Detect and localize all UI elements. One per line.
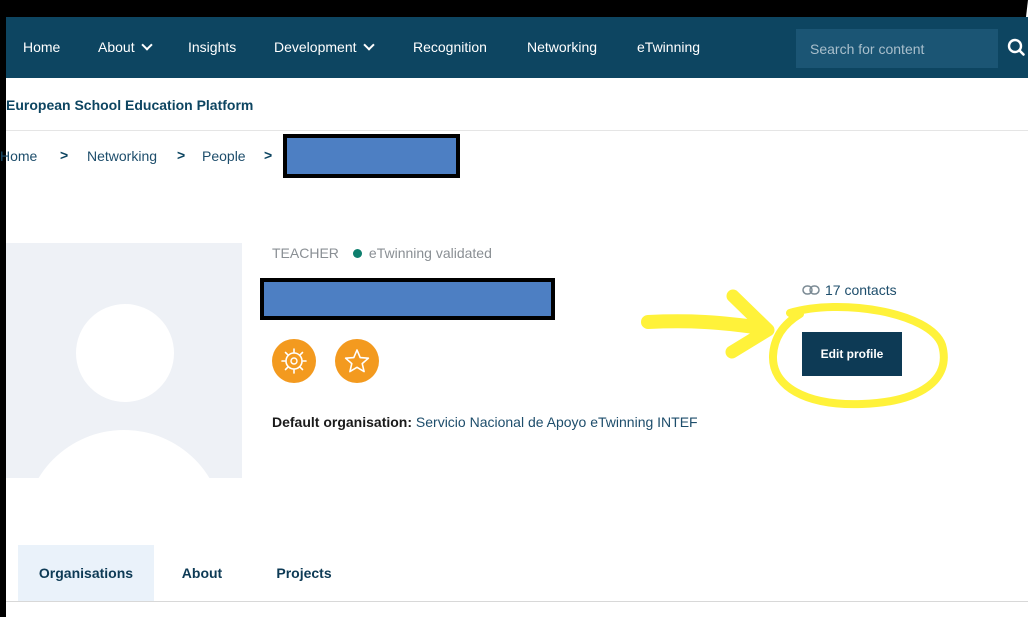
link-icon bbox=[802, 285, 820, 295]
nav-networking[interactable]: Networking bbox=[527, 17, 597, 78]
search-button[interactable] bbox=[1001, 29, 1028, 68]
default-organisation-label: Default organisation: bbox=[272, 414, 413, 430]
avatar-body-shape bbox=[24, 430, 224, 478]
breadcrumb-networking[interactable]: Networking bbox=[87, 148, 157, 164]
tab-projects[interactable]: Projects bbox=[260, 545, 348, 601]
redacted-profile-name bbox=[260, 278, 555, 320]
tab-about[interactable]: About bbox=[166, 545, 238, 601]
profile-status: eTwinning validated bbox=[368, 245, 492, 261]
nav-development[interactable]: Development bbox=[274, 17, 375, 78]
nav-about[interactable]: About bbox=[98, 17, 153, 78]
redacted-breadcrumb-name bbox=[283, 134, 460, 178]
star-badge-icon bbox=[344, 349, 370, 373]
tab-organisations[interactable]: Organisations bbox=[18, 545, 154, 601]
breadcrumb-separator: > bbox=[60, 147, 69, 163]
gear-badge-icon bbox=[281, 348, 307, 374]
status-dot-icon bbox=[352, 249, 362, 258]
breadcrumb-people[interactable]: People bbox=[202, 148, 246, 164]
breadcrumb-home[interactable]: Home bbox=[0, 148, 37, 164]
profile-role-line: TEACHER eTwinning validated bbox=[272, 245, 492, 261]
badge-gear[interactable] bbox=[272, 339, 316, 383]
default-organisation: Default organisation: Servicio Nacional … bbox=[272, 414, 698, 430]
chevron-down-icon bbox=[362, 39, 375, 51]
badge-star[interactable] bbox=[335, 339, 379, 383]
contacts-count: 17 contacts bbox=[825, 282, 897, 298]
search-box bbox=[796, 29, 998, 68]
nav-insights[interactable]: Insights bbox=[188, 17, 236, 78]
breadcrumb-separator: > bbox=[177, 147, 186, 163]
edit-profile-button[interactable]: Edit profile bbox=[802, 332, 902, 376]
breadcrumb-separator: > bbox=[264, 147, 273, 163]
platform-header: European School Education Platform bbox=[6, 78, 1028, 131]
nav-etwinning[interactable]: eTwinning bbox=[637, 17, 700, 78]
nav-home[interactable]: Home bbox=[23, 17, 60, 78]
avatar-head-shape bbox=[76, 304, 174, 402]
profile-tabs: Organisations About Projects bbox=[6, 545, 1028, 602]
avatar bbox=[6, 243, 242, 478]
chevron-down-icon bbox=[140, 39, 153, 51]
search-icon bbox=[1007, 38, 1025, 56]
nav-about-label: About bbox=[98, 39, 135, 55]
nav-development-label: Development bbox=[274, 39, 357, 55]
search-input[interactable] bbox=[796, 29, 990, 68]
platform-title[interactable]: European School Education Platform bbox=[6, 97, 253, 113]
nav-recognition[interactable]: Recognition bbox=[413, 17, 487, 78]
default-organisation-link[interactable]: Servicio Nacional de Apoyo eTwinning INT… bbox=[416, 414, 698, 430]
contacts-link[interactable]: 17 contacts bbox=[802, 282, 897, 298]
profile-role: TEACHER bbox=[272, 245, 339, 261]
